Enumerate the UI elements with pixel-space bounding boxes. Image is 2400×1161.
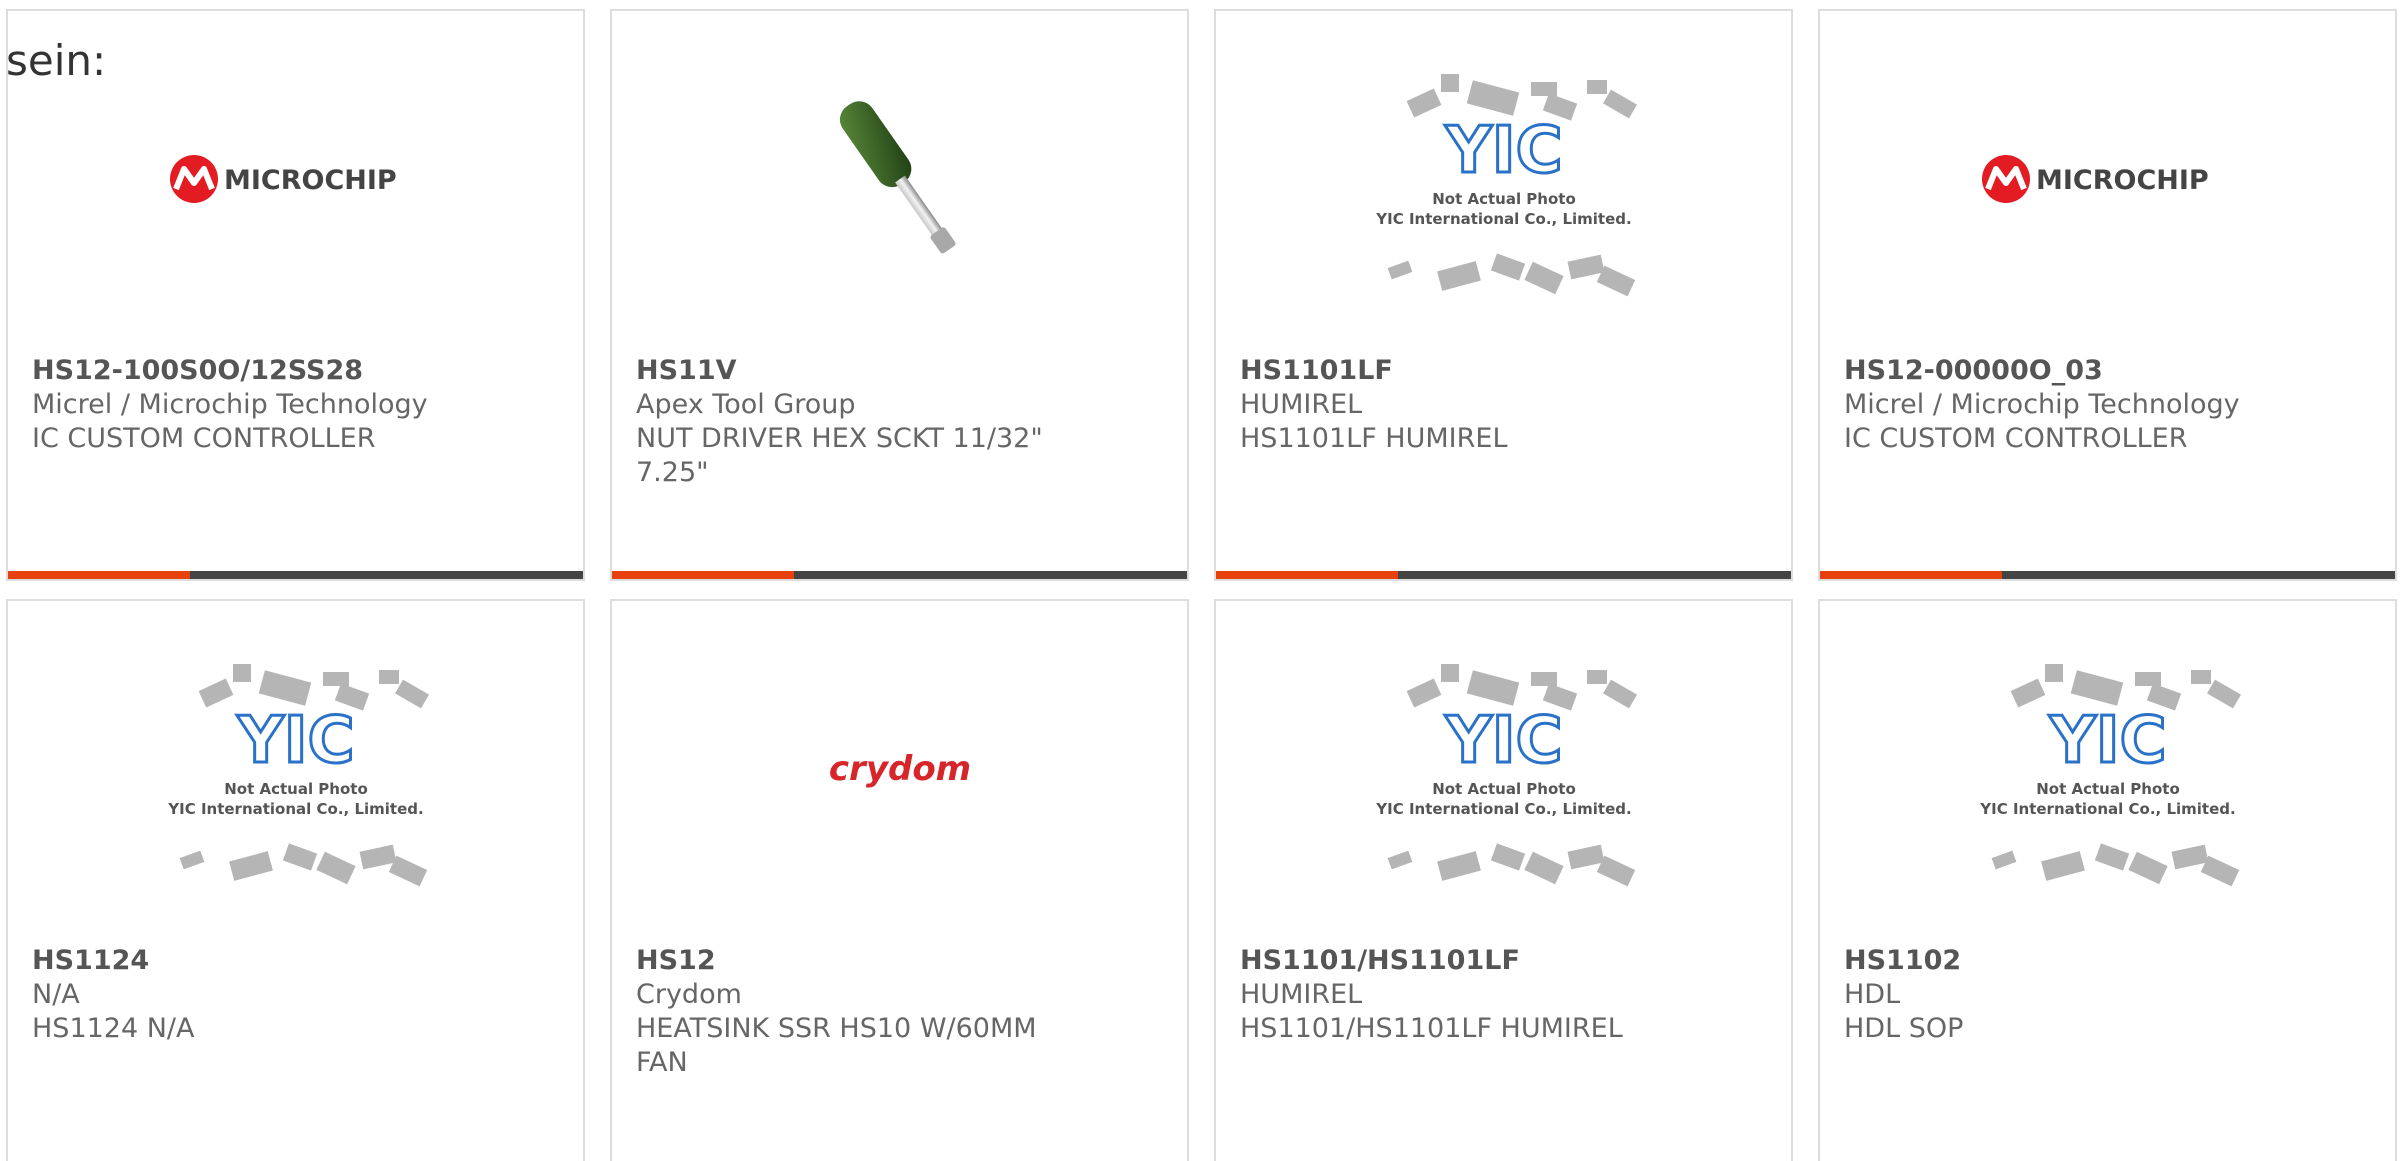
- card-bar: [612, 571, 1187, 579]
- product-image[interactable]: MICROCHIP: [1820, 11, 2395, 346]
- part-number-link[interactable]: HS1102: [1844, 944, 2255, 978]
- card-bar-accent: [1820, 571, 2002, 579]
- product-image[interactable]: YIC Not Actual Photo YIC International C…: [8, 601, 583, 936]
- part-number-link[interactable]: HS12-100S0O/12SS28: [32, 354, 443, 388]
- manufacturer: Micrel / Microchip Technology: [1844, 389, 2240, 420]
- card-bar: [8, 571, 583, 579]
- part-number-link[interactable]: HS12-00000O_03: [1844, 354, 2255, 388]
- nut-driver-icon: [839, 100, 956, 253]
- card-bar-accent: [612, 571, 794, 579]
- description: HS1124 N/A: [32, 1013, 195, 1044]
- product-image[interactable]: YIC Not Actual Photo YIC International C…: [1820, 601, 2395, 936]
- manufacturer: HUMIREL: [1240, 389, 1363, 420]
- svg-text:YIC International Co., Limited: YIC International Co., Limited.: [1979, 800, 2235, 818]
- part-number-link[interactable]: HS1124: [32, 944, 443, 978]
- description: HDL SOP: [1844, 1013, 1964, 1044]
- description: HS1101/HS1101LF HUMIREL: [1240, 1013, 1623, 1044]
- product-card[interactable]: YIC Not Actual Photo YIC International C…: [1818, 599, 2397, 1161]
- svg-text:YIC: YIC: [1444, 704, 1562, 778]
- svg-text:YIC: YIC: [1444, 114, 1562, 188]
- svg-text:Not Actual Photo: Not Actual Photo: [224, 780, 368, 798]
- product-image[interactable]: crydom: [612, 601, 1187, 936]
- yic-placeholder-icon: YIC Not Actual Photo YIC International C…: [1375, 73, 1637, 296]
- product-card[interactable]: YIC Not Actual Photo YIC International C…: [1214, 599, 1793, 1161]
- yic-placeholder-icon: YIC Not Actual Photo YIC International C…: [1375, 663, 1637, 886]
- svg-text:YIC International Co., Limited: YIC International Co., Limited.: [1375, 800, 1631, 818]
- card-bar: [1216, 571, 1791, 579]
- svg-text:Not Actual Photo: Not Actual Photo: [1432, 190, 1576, 208]
- product-card[interactable]: YIC Not Actual Photo YIC International C…: [1214, 9, 1793, 581]
- card-bar-accent: [1216, 571, 1398, 579]
- svg-text:Not Actual Photo: Not Actual Photo: [2036, 780, 2180, 798]
- svg-text:MICROCHIP: MICROCHIP: [2036, 165, 2209, 196]
- product-card[interactable]: HS11V Apex Tool Group NUT DRIVER HEX SCK…: [610, 9, 1189, 581]
- product-card[interactable]: crydom HS12 Crydom HEATSINK SSR HS10 W/6…: [610, 599, 1189, 1161]
- svg-text:Not Actual Photo: Not Actual Photo: [1432, 780, 1576, 798]
- manufacturer: Apex Tool Group: [636, 389, 856, 420]
- manufacturer: Crydom: [636, 979, 742, 1010]
- description: IC CUSTOM CONTROLLER: [1844, 423, 2188, 454]
- yic-placeholder-icon: YIC Not Actual Photo YIC International C…: [167, 663, 429, 886]
- manufacturer: HUMIREL: [1240, 979, 1363, 1010]
- svg-text:YIC: YIC: [2048, 704, 2166, 778]
- svg-text:MICROCHIP: MICROCHIP: [224, 165, 397, 196]
- svg-text:YIC: YIC: [236, 704, 354, 778]
- product-grid: MICROCHIP HS12-100S0O/12SS28 Micrel / Mi…: [0, 0, 2400, 1161]
- product-image[interactable]: [612, 11, 1187, 346]
- card-bar: [1820, 571, 2395, 579]
- product-image[interactable]: YIC Not Actual Photo YIC International C…: [1216, 601, 1791, 936]
- description: NUT DRIVER HEX SCKT 11/32" 7.25": [636, 423, 1043, 488]
- manufacturer: N/A: [32, 979, 80, 1010]
- part-number-link[interactable]: HS1101LF: [1240, 354, 1651, 388]
- part-number-link[interactable]: HS1101/HS1101LF: [1240, 944, 1651, 978]
- microchip-logo-icon: MICROCHIP: [169, 154, 397, 203]
- product-card[interactable]: MICROCHIP HS12-100S0O/12SS28 Micrel / Mi…: [6, 9, 585, 581]
- description: HS1101LF HUMIREL: [1240, 423, 1508, 454]
- crydom-logo-icon: crydom: [828, 749, 970, 789]
- description: HEATSINK SSR HS10 W/60MM FAN: [636, 1013, 1037, 1078]
- product-card[interactable]: MICROCHIP HS12-00000O_03 Micrel / Microc…: [1818, 9, 2397, 581]
- product-card[interactable]: YIC Not Actual Photo YIC International C…: [6, 599, 585, 1161]
- product-image[interactable]: YIC Not Actual Photo YIC International C…: [1216, 11, 1791, 346]
- svg-text:YIC International Co., Limited: YIC International Co., Limited.: [167, 800, 423, 818]
- part-number-link[interactable]: HS11V: [636, 354, 1047, 388]
- part-number-link[interactable]: HS12: [636, 944, 1047, 978]
- microchip-logo-icon: MICROCHIP: [1981, 154, 2209, 203]
- description: IC CUSTOM CONTROLLER: [32, 423, 376, 454]
- svg-text:YIC International Co., Limited: YIC International Co., Limited.: [1375, 210, 1631, 228]
- card-bar-accent: [8, 571, 190, 579]
- manufacturer: HDL: [1844, 979, 1901, 1010]
- svg-text:crydom: crydom: [828, 749, 970, 789]
- manufacturer: Micrel / Microchip Technology: [32, 389, 428, 420]
- intro-text: sein:: [6, 36, 107, 85]
- yic-placeholder-icon: YIC Not Actual Photo YIC International C…: [1979, 663, 2241, 886]
